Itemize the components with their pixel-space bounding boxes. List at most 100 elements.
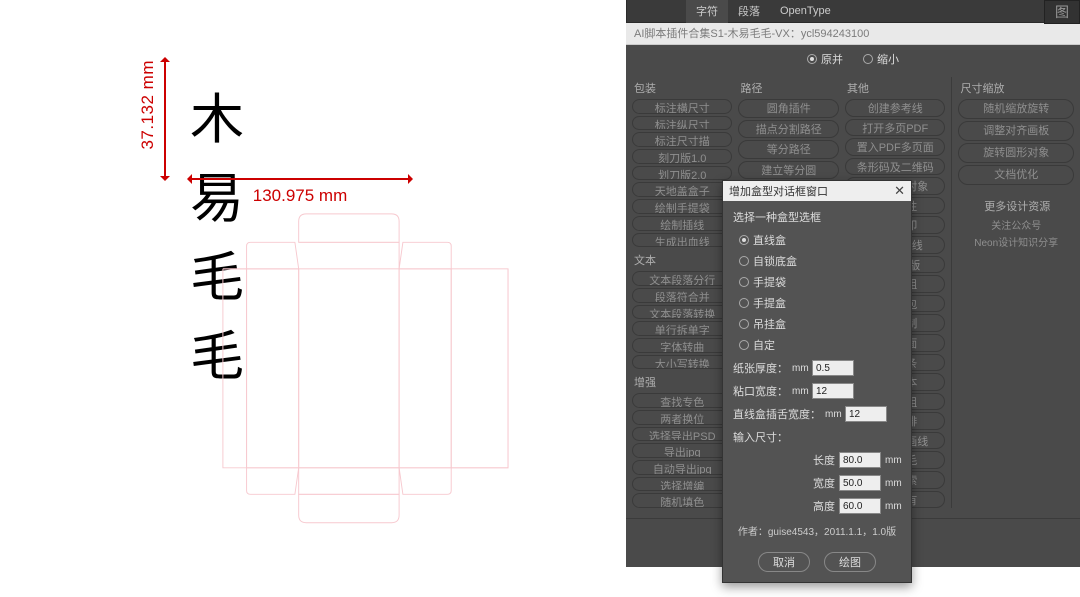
dialog-buttons: 取消 绘图 [723, 546, 911, 582]
script-button[interactable]: 随机填色 [632, 493, 732, 508]
arrow-down-icon [164, 118, 166, 178]
script-button[interactable]: 标注纵尺寸 [632, 116, 732, 131]
cancel-button[interactable]: 取消 [758, 552, 810, 572]
script-button[interactable]: 两者换位 [632, 410, 732, 425]
row-width: 宽度 mm [733, 475, 901, 491]
script-button[interactable]: 调整对齐画板 [958, 121, 1074, 141]
unit: mm [885, 455, 901, 466]
script-button[interactable]: 选择增编 [632, 477, 732, 492]
unit: mm [792, 363, 808, 374]
script-button[interactable]: 绘制插线 [632, 216, 732, 231]
resources-sub: 关注公众号 [958, 217, 1074, 232]
script-button[interactable]: 选择导出PSD [632, 427, 732, 442]
radio-hangbox[interactable]: 吊挂盒 [739, 316, 901, 332]
script-button[interactable]: 描点分割路径 [738, 120, 838, 139]
radio-shrink[interactable]: 缩小 [863, 51, 899, 67]
dialog-titlebar[interactable]: 增加盒型对话框窗口 ✕ [723, 181, 911, 201]
script-button[interactable]: 导出jpg [632, 443, 732, 458]
radio-label: 手提袋 [753, 274, 786, 290]
script-button[interactable]: 旋转圆形对象 [958, 143, 1074, 163]
dialog-title: 增加盒型对话框窗口 [729, 183, 828, 199]
tab-opentype[interactable]: OpenType [770, 1, 841, 21]
script-button[interactable]: 单行拆单字 [632, 321, 732, 336]
draw-button[interactable]: 绘图 [824, 552, 876, 572]
label-width: 宽度 [813, 475, 835, 491]
panel-extra-icon[interactable]: 图 [1044, 0, 1080, 24]
input-height[interactable] [839, 498, 881, 514]
radio-shrink-label: 缩小 [877, 51, 899, 67]
script-button[interactable]: 打开多页PDF [845, 119, 945, 137]
script-button[interactable]: 标注尺寸描 [632, 132, 732, 147]
script-button[interactable]: 大小写转换 [632, 355, 732, 370]
tab-character[interactable]: 字符 [686, 0, 728, 23]
script-button[interactable]: 文本段落分行 [632, 271, 732, 286]
script-button[interactable]: 标注横尺寸 [632, 99, 732, 114]
row-length: 长度 mm [733, 452, 901, 468]
radio-original[interactable]: 原并 [807, 51, 843, 67]
radio-handbox[interactable]: 手提盒 [739, 295, 901, 311]
script-button[interactable]: 生成出血线 [632, 233, 732, 248]
dialog-body: 选择一种盒型选框 直线盒 自锁底盒 手提袋 手提盒 吊挂盒 自定 纸张厚度： m… [723, 201, 911, 546]
script-button[interactable]: 建立等分圆 [738, 161, 838, 180]
radio-dot-icon [739, 298, 749, 308]
radio-label: 吊挂盒 [753, 316, 786, 332]
input-tongue-width[interactable] [845, 406, 887, 422]
unit: mm [825, 409, 841, 420]
script-button[interactable]: 绘制手提袋 [632, 199, 732, 214]
box-dieline [185, 212, 545, 572]
script-button[interactable]: 圆角插件 [738, 99, 838, 118]
input-paper-thickness[interactable] [812, 360, 854, 376]
radio-dot-icon [739, 256, 749, 266]
col-baozhuang: 包装 标注横尺寸 标注纵尺寸 标注尺寸描 刻刀版1.0 划刀版2.0 天地盖盒子… [632, 77, 732, 508]
group-title: 其他 [845, 77, 945, 97]
col-resources: 尺寸缩放 随机缩放旋转 调整对齐画板 旋转圆形对象 文档优化 更多设计资源 关注… [951, 77, 1074, 508]
radio-dot-icon [739, 340, 749, 350]
input-glue-width[interactable] [812, 383, 854, 399]
script-button[interactable]: 刻刀版1.0 [632, 149, 732, 164]
script-button[interactable]: 天地盖盒子 [632, 182, 732, 197]
script-button[interactable]: 段落符合并 [632, 288, 732, 303]
script-button[interactable]: 文档优化 [958, 165, 1074, 185]
radio-handbag[interactable]: 手提袋 [739, 274, 901, 290]
radio-dot-icon [739, 319, 749, 329]
box-dialog: 增加盒型对话框窗口 ✕ 选择一种盒型选框 直线盒 自锁底盒 手提袋 手提盒 吊挂… [722, 180, 912, 583]
close-icon[interactable]: ✕ [894, 183, 905, 199]
script-button[interactable]: 划刀版2.0 [632, 166, 732, 181]
script-button[interactable]: 自动导出jpg [632, 460, 732, 475]
scale-mode-row: 原并 缩小 [626, 45, 1080, 73]
radio-autolock-box[interactable]: 自锁底盒 [739, 253, 901, 269]
row-paper-thickness: 纸张厚度： mm [733, 360, 901, 376]
script-button[interactable]: 字体转曲 [632, 338, 732, 353]
dialog-section-label: 选择一种盒型选框 [733, 209, 901, 225]
row-tongue-width: 直线盒插舌宽度： mm [733, 406, 901, 422]
script-button[interactable]: 条形码及二维码 [845, 158, 945, 176]
artboard: 37.132 mm 木易毛毛 130.975 mm [0, 0, 626, 597]
radio-dot-icon [739, 235, 749, 245]
label-paper: 纸张厚度： [733, 360, 788, 376]
input-length[interactable] [839, 452, 881, 468]
label-size: 输入尺寸： [733, 429, 788, 445]
radio-straight-box[interactable]: 直线盒 [739, 232, 901, 248]
radio-dot-icon [807, 54, 817, 64]
radio-dot-icon [863, 54, 873, 64]
label-tongue: 直线盒插舌宽度： [733, 406, 821, 422]
tab-paragraph[interactable]: 段落 [728, 0, 770, 23]
radio-label: 直线盒 [753, 232, 786, 248]
radio-label: 手提盒 [753, 295, 786, 311]
script-button[interactable]: 随机缩放旋转 [958, 99, 1074, 119]
arrow-horizontal-icon [190, 178, 410, 180]
panel-window-title: AI脚本插件合集S1-木易毛毛-VX：ycl594243100 [626, 23, 1080, 45]
label-height: 高度 [813, 498, 835, 514]
script-button[interactable]: 创建参考线 [845, 99, 945, 117]
script-button[interactable]: 查找专色 [632, 393, 732, 408]
horizontal-dimension-value: 130.975 mm [190, 186, 410, 206]
radio-label: 自定 [753, 337, 775, 353]
group-title: 尺寸缩放 [958, 77, 1074, 97]
dialog-author: 作者：guise4543，2011.1.1，1.0版 [733, 523, 901, 538]
script-button[interactable]: 文本段落转换 [632, 305, 732, 320]
group-title: 增强 [632, 371, 732, 391]
script-button[interactable]: 置入PDF多页面 [845, 138, 945, 156]
script-button[interactable]: 等分路径 [738, 140, 838, 159]
input-width[interactable] [839, 475, 881, 491]
radio-custom[interactable]: 自定 [739, 337, 901, 353]
